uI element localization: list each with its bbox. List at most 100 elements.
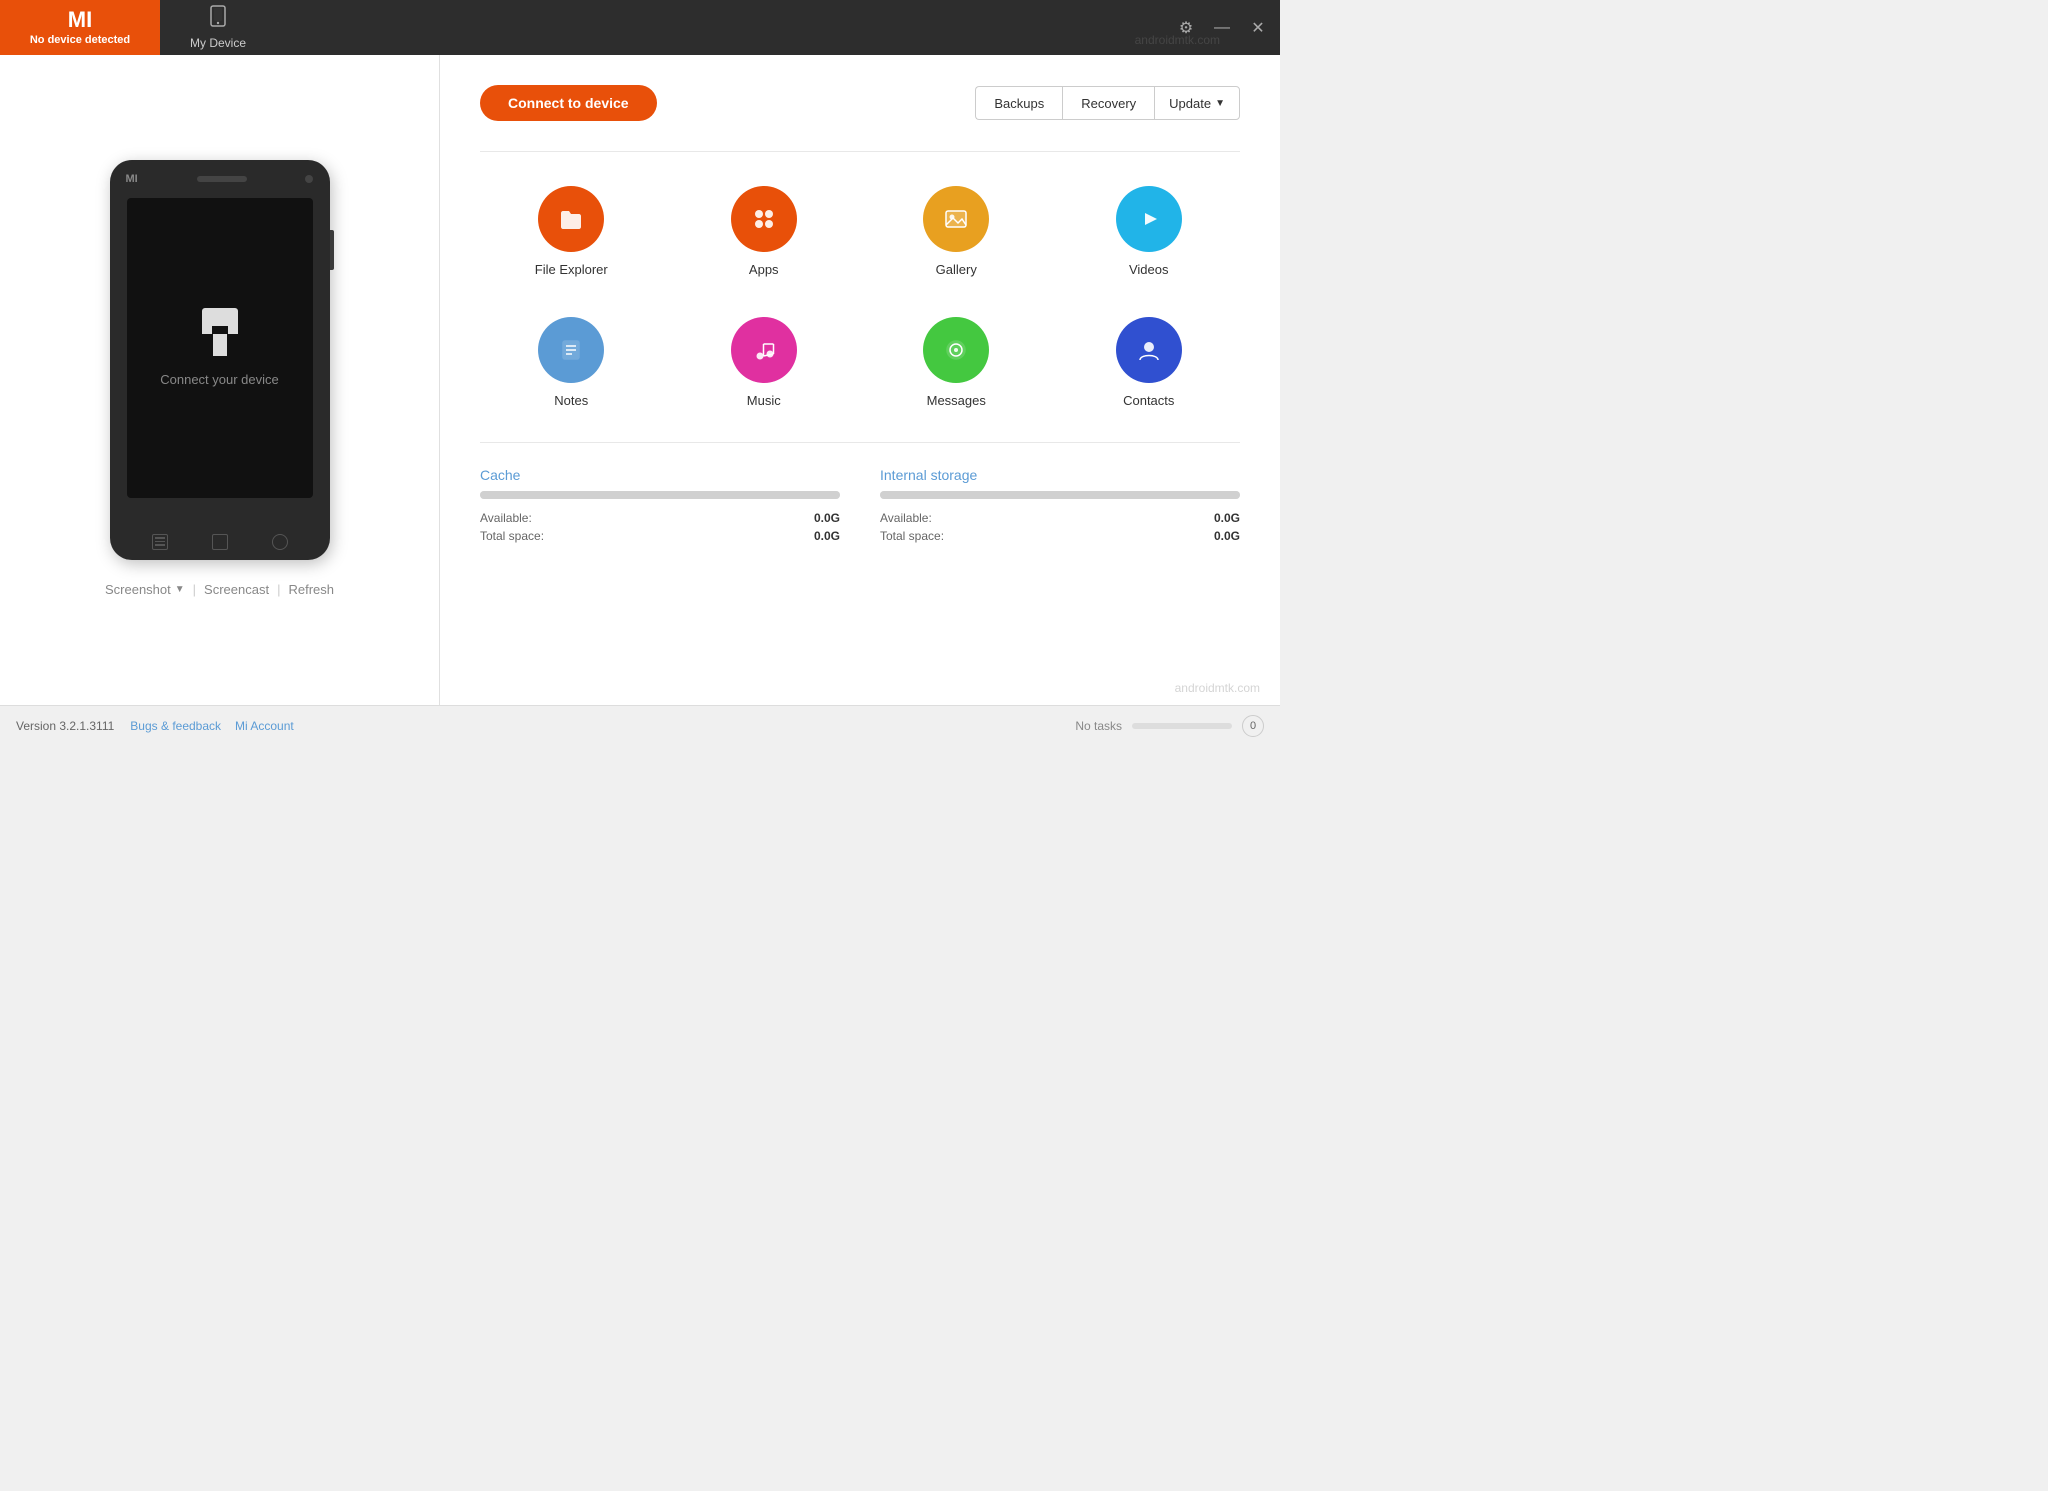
main-content: MI Connect your device <box>0 55 1280 705</box>
storage-section: Cache Available: 0.0G Total space: 0.0G … <box>480 467 1240 547</box>
messages-item[interactable]: Messages <box>865 307 1048 418</box>
videos-item[interactable]: Videos <box>1058 176 1241 287</box>
phone-mi-logo-icon: MI <box>126 173 138 185</box>
screencast-button[interactable]: Screencast <box>196 578 277 601</box>
version-text: Version 3.2.1.3111 <box>16 719 114 733</box>
notes-label: Notes <box>554 393 588 408</box>
storage-divider <box>480 442 1240 443</box>
usb-top <box>202 308 238 334</box>
apps-icon <box>748 203 780 235</box>
bottom-right: No tasks 0 <box>1075 715 1264 737</box>
contacts-item[interactable]: Contacts <box>1058 307 1241 418</box>
gallery-circle <box>923 186 989 252</box>
music-icon <box>748 334 780 366</box>
phone-speaker <box>197 176 247 182</box>
cache-total-val: 0.0G <box>814 529 840 543</box>
connect-device-text: Connect your device <box>160 372 279 387</box>
top-divider <box>480 151 1240 152</box>
backups-button[interactable]: Backups <box>975 86 1062 120</box>
internal-title: Internal storage <box>880 467 1240 483</box>
bugs-feedback-link[interactable]: Bugs & feedback <box>130 719 221 733</box>
top-btn-group: Backups Recovery Update ▼ <box>975 86 1240 120</box>
music-item[interactable]: Music <box>673 307 856 418</box>
icons-grid: File Explorer Apps <box>480 176 1240 418</box>
usb-notch <box>212 326 228 334</box>
phone-recent-btn <box>272 534 288 550</box>
videos-label: Videos <box>1129 262 1169 277</box>
gallery-item[interactable]: Gallery <box>865 176 1048 287</box>
gallery-icon <box>940 203 972 235</box>
phone-bottom-bar <box>110 524 330 560</box>
internal-bar-bg <box>880 491 1240 499</box>
usb-icon <box>202 308 238 356</box>
no-tasks-text: No tasks <box>1075 719 1122 733</box>
file-explorer-item[interactable]: File Explorer <box>480 176 663 287</box>
connect-to-device-button[interactable]: Connect to device <box>480 85 657 121</box>
update-button[interactable]: Update ▼ <box>1154 86 1240 120</box>
update-chevron-icon: ▼ <box>1215 98 1225 109</box>
task-count: 0 <box>1242 715 1264 737</box>
file-explorer-circle <box>538 186 604 252</box>
cache-total-label: Total space: <box>480 529 544 543</box>
no-device-label: No device detected <box>30 34 130 46</box>
phone-home-btn <box>212 534 228 550</box>
cache-available-val: 0.0G <box>814 511 840 525</box>
screenshot-chevron-icon: ▼ <box>175 584 185 595</box>
videos-icon <box>1133 203 1165 235</box>
internal-available-label: Available: <box>880 511 932 525</box>
refresh-button[interactable]: Refresh <box>280 578 342 601</box>
recovery-button[interactable]: Recovery <box>1062 86 1154 120</box>
phone-menu-lines <box>155 537 165 546</box>
mi-logo-area[interactable]: MI No device detected <box>0 0 160 55</box>
tab-area: My Device <box>160 0 266 55</box>
cache-bar-fill <box>480 491 840 499</box>
contacts-label: Contacts <box>1123 393 1174 408</box>
file-explorer-label: File Explorer <box>535 262 608 277</box>
music-circle <box>731 317 797 383</box>
internal-storage: Internal storage Available: 0.0G Total s… <box>880 467 1240 547</box>
phone-side-button <box>330 230 334 270</box>
watermark-bottom: androidmtk.com <box>1175 681 1260 695</box>
cache-title: Cache <box>480 467 840 483</box>
internal-total-val: 0.0G <box>1214 529 1240 543</box>
apps-circle <box>731 186 797 252</box>
notes-circle <box>538 317 604 383</box>
mi-logo: MI <box>68 9 92 31</box>
device-tab-icon <box>207 5 229 33</box>
notes-icon <box>555 334 587 366</box>
messages-circle <box>923 317 989 383</box>
bottom-actions: Screenshot ▼ | Screencast | Refresh <box>97 578 342 601</box>
bottom-bar: Version 3.2.1.3111 Bugs & feedback Mi Ac… <box>0 705 1280 745</box>
messages-label: Messages <box>927 393 986 408</box>
cache-bar-bg <box>480 491 840 499</box>
close-button[interactable]: ✕ <box>1246 16 1270 40</box>
music-label: Music <box>747 393 781 408</box>
right-panel: Connect to device Backups Recovery Updat… <box>440 55 1280 705</box>
phone-screen: Connect your device <box>127 198 313 498</box>
mi-account-link[interactable]: Mi Account <box>235 719 294 733</box>
my-device-tab[interactable]: My Device <box>170 0 266 55</box>
phone-body: MI Connect your device <box>110 160 330 560</box>
internal-bar-fill <box>880 491 1240 499</box>
cache-available-label: Available: <box>480 511 532 525</box>
screenshot-button[interactable]: Screenshot ▼ <box>97 578 193 601</box>
usb-cable <box>213 334 227 356</box>
apps-item[interactable]: Apps <box>673 176 856 287</box>
gallery-label: Gallery <box>936 262 977 277</box>
cache-total-row: Total space: 0.0G <box>480 529 840 543</box>
title-bar: MI No device detected My Device ⚙ — ✕ an… <box>0 0 1280 55</box>
my-device-label: My Device <box>190 36 246 50</box>
contacts-circle <box>1116 317 1182 383</box>
cache-storage: Cache Available: 0.0G Total space: 0.0G <box>480 467 840 547</box>
file-explorer-icon <box>555 203 587 235</box>
phone-camera <box>305 175 313 183</box>
internal-available-val: 0.0G <box>1214 511 1240 525</box>
messages-icon <box>940 334 972 366</box>
top-action-bar: Connect to device Backups Recovery Updat… <box>480 85 1240 121</box>
notes-item[interactable]: Notes <box>480 307 663 418</box>
videos-circle <box>1116 186 1182 252</box>
phone-top-bar: MI <box>110 164 330 194</box>
internal-total-row: Total space: 0.0G <box>880 529 1240 543</box>
left-panel: MI Connect your device <box>0 55 440 705</box>
watermark-top: androidmtk.com <box>1135 33 1220 47</box>
